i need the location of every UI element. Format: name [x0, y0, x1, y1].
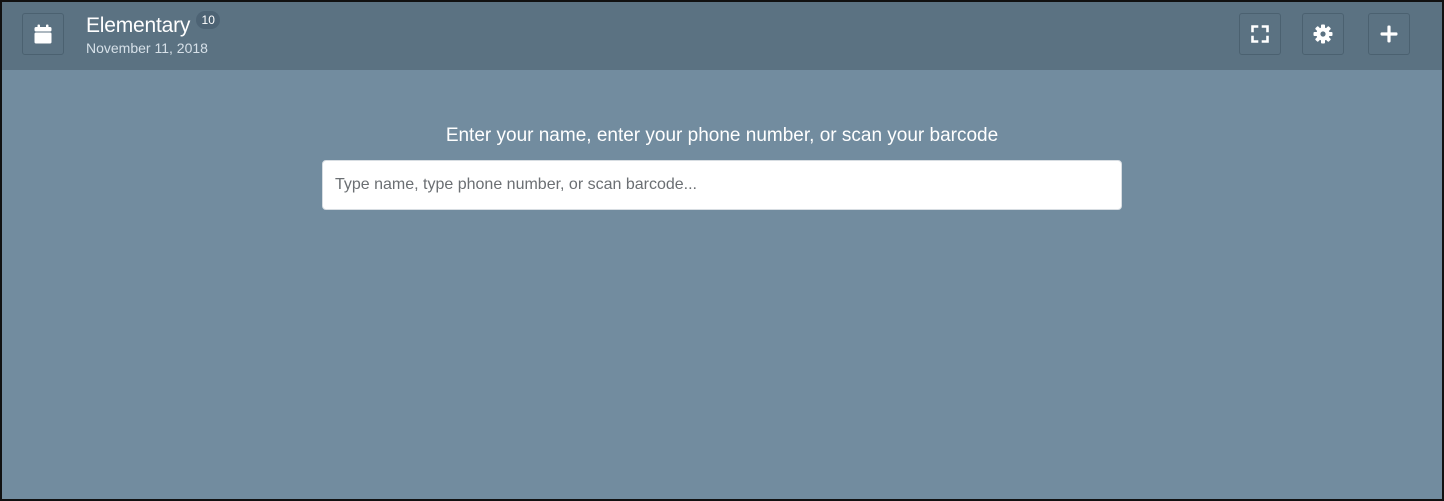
add-button[interactable] — [1368, 13, 1410, 55]
fullscreen-button[interactable] — [1239, 13, 1281, 55]
calendar-button[interactable] — [22, 13, 64, 55]
event-date: November 11, 2018 — [86, 40, 208, 56]
gear-icon — [1313, 24, 1333, 44]
count-badge: 10 — [196, 11, 221, 29]
app-window: Elementary 10 November 11, 2018 Enter yo… — [0, 0, 1444, 501]
plus-icon — [1380, 25, 1398, 43]
settings-button[interactable] — [1302, 13, 1344, 55]
title-row: Elementary 10 — [86, 11, 221, 39]
fullscreen-icon — [1251, 25, 1269, 43]
checkin-prompt: Enter your name, enter your phone number… — [445, 125, 999, 146]
search-input[interactable] — [322, 160, 1122, 210]
event-title: Elementary — [86, 14, 191, 37]
event-header: Elementary 10 November 11, 2018 — [86, 11, 221, 56]
calendar-icon — [34, 24, 52, 44]
top-bar: Elementary 10 November 11, 2018 — [2, 2, 1442, 70]
